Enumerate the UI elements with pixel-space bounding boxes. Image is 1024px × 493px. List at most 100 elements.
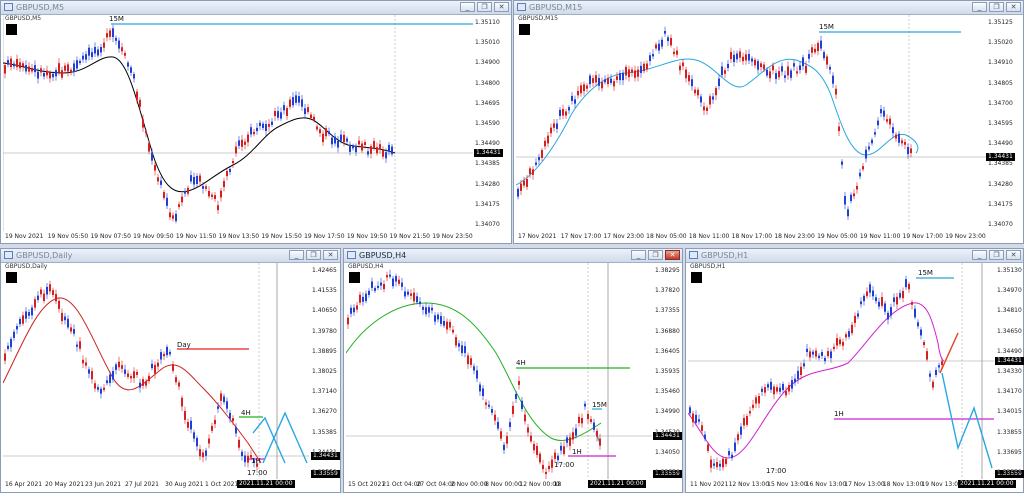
candle-body xyxy=(196,437,198,447)
minimize-button[interactable]: _ xyxy=(972,2,987,12)
close-button[interactable]: ✕ xyxy=(665,250,680,260)
candle-body xyxy=(887,312,889,320)
candle-body xyxy=(550,127,552,134)
y-axis-tick-label: 1.33559 xyxy=(312,469,337,476)
label-1h: 1H xyxy=(834,410,844,418)
candle-body xyxy=(541,150,543,158)
candle-body xyxy=(190,420,192,430)
candle-body xyxy=(28,66,30,72)
candle-body xyxy=(410,293,412,296)
candle-body xyxy=(682,62,684,67)
candle-body xyxy=(661,39,663,47)
candle-body xyxy=(625,66,627,76)
candle-body xyxy=(319,129,321,134)
candle-body xyxy=(526,179,528,187)
price-plot[interactable] xyxy=(516,15,986,231)
window-titlebar[interactable]: GBPUSD,M5 _ ❐ ✕ xyxy=(1,1,511,15)
close-button[interactable]: ✕ xyxy=(1006,2,1021,12)
candle-body xyxy=(917,322,919,327)
candle-body xyxy=(875,297,877,302)
candle-body xyxy=(148,143,150,152)
candle-body xyxy=(760,63,762,68)
candle-body xyxy=(851,324,853,334)
restore-button[interactable]: ❐ xyxy=(989,2,1004,12)
candle-body xyxy=(118,40,120,49)
chart-window-m15[interactable]: GBPUSD,M15 _ ❐ ✕ GBPUSD,M15 1.34431 1.35… xyxy=(513,0,1024,244)
window-titlebar[interactable]: GBPUSD,H1 _ ❐ ✕ xyxy=(686,249,1023,263)
candle-body xyxy=(856,185,858,190)
candle-body xyxy=(848,331,850,337)
candle-body xyxy=(340,134,342,141)
price-plot[interactable] xyxy=(346,263,652,479)
candle-body xyxy=(488,404,490,407)
candle-body xyxy=(482,388,484,396)
candle-body xyxy=(112,28,114,38)
candle-body xyxy=(244,141,246,145)
close-button[interactable]: ✕ xyxy=(1006,250,1021,260)
candle-body xyxy=(431,307,433,311)
candle-body xyxy=(808,54,810,59)
price-plot[interactable] xyxy=(3,15,473,231)
candle-body xyxy=(797,370,799,379)
candle-body xyxy=(100,388,102,394)
candle-body xyxy=(673,51,675,55)
window-titlebar[interactable]: GBPUSD,M15 _ ❐ ✕ xyxy=(514,1,1023,15)
price-plot[interactable] xyxy=(688,263,994,479)
y-axis-tick-label: 1.33695 xyxy=(997,448,1022,456)
chart-window-daily[interactable]: GBPUSD,Daily _ ❐ ✕ GBPUSD,Daily 2021.11.… xyxy=(0,248,341,493)
candle-body xyxy=(97,387,99,390)
candle-body xyxy=(845,334,847,338)
minimize-button[interactable]: _ xyxy=(631,250,646,260)
chart-window-m5[interactable]: GBPUSD,M5 _ ❐ ✕ GBPUSD,M5 1.34431 1.3511… xyxy=(0,0,512,244)
candle-body xyxy=(49,284,51,292)
candle-body xyxy=(139,99,141,107)
candle-body xyxy=(679,65,681,71)
chart-window-h1[interactable]: GBPUSD,H1 _ ❐ ✕ GBPUSD,H1 2021.11.21 00:… xyxy=(685,248,1024,493)
minimize-button[interactable]: _ xyxy=(460,2,475,12)
candle-body xyxy=(860,301,862,305)
candle-body xyxy=(581,417,583,424)
minimize-button[interactable]: _ xyxy=(972,250,987,260)
moving-average-line xyxy=(688,302,945,459)
x-axis-tick-label: 19 Nov 23:50 xyxy=(432,233,473,240)
x-axis-tick-label: 19 Nov 13:00 xyxy=(921,481,962,488)
price-plot[interactable] xyxy=(3,263,309,479)
candle-body xyxy=(791,380,793,389)
candle-body xyxy=(100,46,102,53)
candle-body xyxy=(844,196,846,205)
restore-button[interactable]: ❐ xyxy=(477,2,492,12)
restore-button[interactable]: ❐ xyxy=(306,250,321,260)
candle-body xyxy=(157,177,159,182)
restore-button[interactable]: ❐ xyxy=(648,250,663,260)
candle-body xyxy=(799,65,801,71)
x-axis-tick-label: 18 xyxy=(553,481,562,488)
candle-body xyxy=(382,150,384,157)
minimize-button[interactable]: _ xyxy=(289,250,304,260)
restore-button[interactable]: ❐ xyxy=(989,250,1004,260)
candle-body xyxy=(839,339,841,345)
candle-body xyxy=(127,373,129,377)
candle-body xyxy=(82,55,84,60)
date-tag: 2021.11.21 00:00 xyxy=(958,480,1016,488)
window-titlebar[interactable]: GBPUSD,H4 _ ❐ ✕ xyxy=(344,249,682,263)
label-15m: 15M xyxy=(819,23,834,31)
candle-body xyxy=(7,60,9,65)
x-axis-tick-label: 19 Nov 17:00 xyxy=(902,233,943,240)
candle-body xyxy=(518,381,520,385)
candle-body xyxy=(905,279,907,288)
candle-body xyxy=(571,95,573,101)
chart-window-h4[interactable]: GBPUSD,H4 _ ❐ ✕ GBPUSD,H4 2021.11.21 00:… xyxy=(343,248,683,493)
candle-body xyxy=(193,176,195,185)
candle-body xyxy=(446,321,448,330)
candle-body xyxy=(932,381,934,388)
candle-body xyxy=(910,148,912,154)
window-titlebar[interactable]: GBPUSD,Daily _ ❐ ✕ xyxy=(1,249,340,263)
candle-body xyxy=(716,462,718,468)
candle-body xyxy=(103,387,105,390)
candle-body xyxy=(643,63,645,72)
close-button[interactable]: ✕ xyxy=(323,250,338,260)
candle-body xyxy=(736,53,738,60)
close-button[interactable]: ✕ xyxy=(494,2,509,12)
candle-body xyxy=(286,108,288,116)
candle-body xyxy=(85,362,87,366)
